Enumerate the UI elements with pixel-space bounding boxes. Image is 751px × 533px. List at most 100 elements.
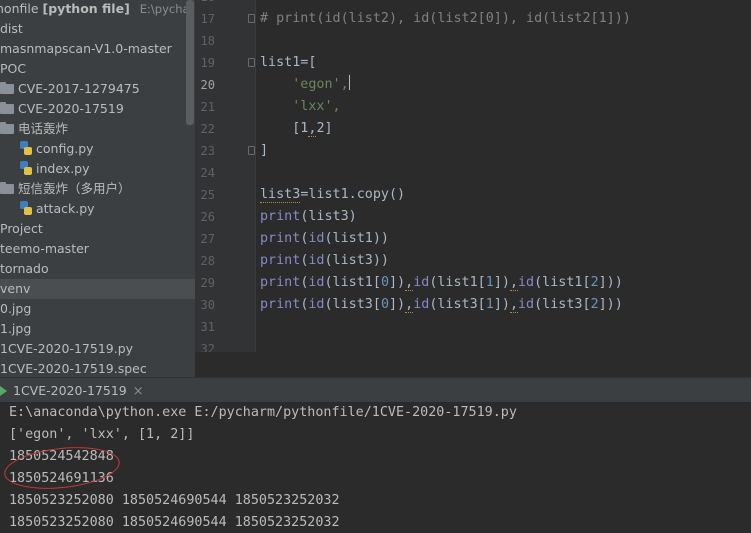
number-literal: 0 [380, 275, 389, 290]
tree-item-label: 1CVE-2020-17519.py [0, 341, 134, 356]
python-file-icon [19, 141, 32, 155]
code-token: ]) [389, 297, 406, 312]
line-number: 27 [200, 232, 215, 246]
number-literal: 1 [485, 275, 494, 290]
tree-item-1-jpg[interactable]: 1.jpg [0, 319, 195, 339]
code-line-30: print(id(list3[0]),id(list3[1]),id(list3… [260, 294, 623, 316]
tree-item-teemo[interactable]: teemo-master [0, 239, 195, 259]
run-icon [0, 386, 7, 396]
tree-item-dist[interactable]: dist [0, 19, 195, 39]
tree-item-label: 0.jpg [0, 301, 32, 316]
line-number: 19 [200, 56, 215, 70]
code-token: (list3) [300, 209, 357, 224]
tree-item-tornado[interactable]: tornado [0, 259, 195, 279]
tree-item-project[interactable]: Project [0, 219, 195, 239]
line-number: 21 [200, 100, 215, 114]
line-number: 23 [200, 144, 215, 158]
run-tab[interactable]: 1CVE-2020-17519 × [0, 378, 152, 403]
code-line-17: # print(id(list2), id(list2[0]), id(list… [260, 11, 631, 26]
code-token: ])) [598, 297, 623, 312]
console-line: 1850523252080 1850524690544 185052325203… [9, 515, 340, 530]
code-token: (list3[ [534, 297, 591, 312]
builtin-token: id [308, 275, 325, 290]
code-token: [1 [292, 121, 309, 136]
code-token: ]) [389, 275, 406, 290]
line-number: 31 [200, 320, 215, 334]
console-line: ['egon', 'lxx', [1, 2]] [9, 427, 195, 442]
tree-item-label: dist [0, 21, 23, 36]
folder-icon [0, 122, 14, 134]
number-literal: 0 [380, 297, 389, 312]
line-number: 20 [200, 78, 215, 92]
tree-item-label: attack.py [36, 201, 95, 216]
code-line-22: [1,2] [260, 118, 333, 140]
tree-item-label: index.py [36, 161, 90, 176]
tree-item-masnmapscan[interactable]: masnmapscan-V1.0-master [0, 39, 195, 59]
console-line: 1850523252080 1850524690544 185052325203… [9, 493, 340, 508]
folder-icon [0, 82, 14, 94]
text-caret [348, 75, 351, 90]
close-icon[interactable]: × [133, 384, 144, 399]
tree-item-venv[interactable]: venv [0, 279, 195, 299]
builtin-token: print [260, 275, 301, 290]
builtin-token: print [260, 209, 301, 224]
tree-item-label: tornado [0, 261, 49, 276]
line-number: 25 [200, 188, 215, 202]
tree-item-attack-py[interactable]: attack.py [0, 199, 195, 219]
code-token: (list1)) [324, 231, 390, 246]
code-token: list3 [260, 187, 301, 203]
tree-item-script-py[interactable]: 1CVE-2020-17519.py [0, 339, 195, 359]
tree-item-label: CVE-2020-17519 [18, 101, 124, 116]
line-number: 30 [200, 298, 215, 312]
builtin-token: print [260, 253, 301, 268]
tree-item-cve-2017[interactable]: CVE-2017-1279475 [0, 79, 195, 99]
tree-item-poc[interactable]: POC [0, 59, 195, 79]
tree-scrollbar[interactable] [186, 0, 194, 125]
line-number: 28 [200, 254, 215, 268]
builtin-token: id [308, 297, 325, 312]
line-number: 22 [200, 122, 215, 136]
tree-root[interactable]: honfile [python file] E:\pycharm [0, 0, 191, 19]
code-token: (list1[ [534, 275, 591, 290]
code-line-27: print(id(list1)) [260, 228, 389, 250]
line-number: 18 [200, 34, 215, 48]
line-number: 24 [200, 166, 215, 180]
code-editor[interactable]: # print(id(list2), id(list2[0]), id(list… [256, 0, 751, 352]
tree-item-config-py[interactable]: config.py [0, 139, 195, 159]
code-token: 2] [316, 121, 333, 136]
run-tab-label: 1CVE-2020-17519 [13, 383, 127, 398]
line-number: 16 [195, 0, 215, 8]
builtin-token: print [260, 231, 301, 246]
code-token: (list3[ [324, 297, 381, 312]
tree-item-cve-2020[interactable]: CVE-2020-17519 [0, 99, 195, 119]
fold-icon[interactable] [248, 14, 255, 23]
code-token: ])) [598, 275, 623, 290]
fold-icon[interactable] [248, 146, 255, 155]
code-line-21: 'lxx', [260, 96, 341, 118]
code-line-20: 'egon', [260, 74, 351, 96]
tree-root-path: E:\pycharm [139, 2, 191, 16]
builtin-token: id [518, 275, 535, 290]
tree-item-sms-bomb[interactable]: 短信轰炸（多用户） [0, 179, 195, 199]
code-line-29: print(id(list1[0]),id(list1[1]),id(list1… [260, 272, 623, 294]
tree-root-kind: [python file] [42, 1, 130, 16]
tree-item-label: CVE-2017-1279475 [18, 81, 140, 96]
tree-item-label: 电话轰炸 [18, 121, 69, 136]
tree-item-label: POC [0, 61, 27, 76]
tree-item-spec[interactable]: 1CVE-2020-17519.spec [0, 359, 195, 377]
tree-item-label: Project [0, 221, 43, 236]
tree-item-label: venv [0, 281, 31, 296]
tree-item-0-jpg[interactable]: 0.jpg [0, 299, 195, 319]
run-panel-header: 1CVE-2020-17519 × [0, 377, 751, 403]
code-line-25: list3=list1.copy() [260, 184, 405, 206]
tree-item-label: 1CVE-2020-17519.spec [0, 361, 147, 376]
line-number: 26 [200, 210, 215, 224]
string-literal: 'lxx', [292, 99, 341, 114]
tree-item-phone-bomb[interactable]: 电话轰炸 [0, 119, 195, 139]
code-token: (list3)) [324, 253, 390, 268]
tree-item-label: masnmapscan-V1.0-master [0, 41, 172, 56]
builtin-token: id [413, 297, 430, 312]
fold-icon[interactable] [248, 58, 255, 67]
editor-gutter: 16 17 18 19 20 21 22 23 24 25 26 27 28 2… [195, 0, 256, 356]
tree-item-index-py[interactable]: index.py [0, 159, 195, 179]
